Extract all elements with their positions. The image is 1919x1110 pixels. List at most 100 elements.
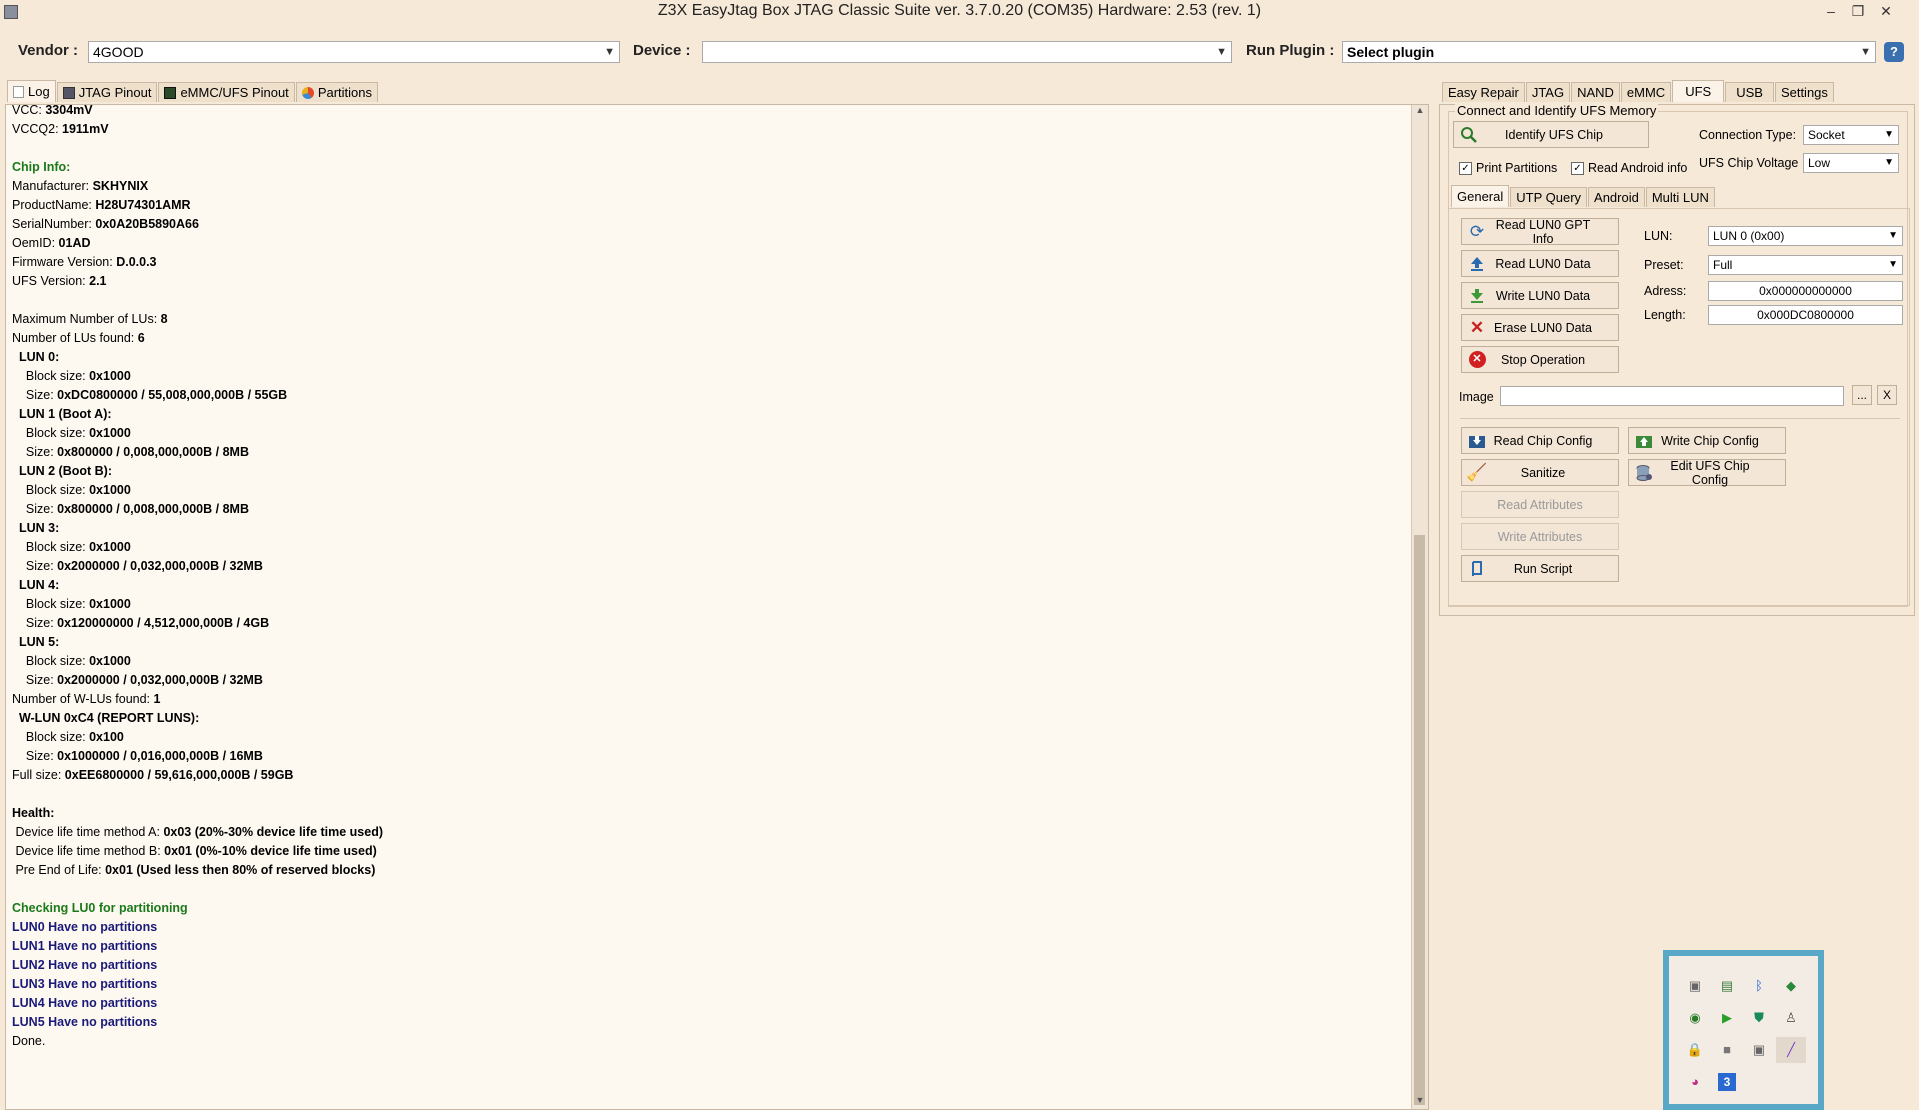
subtab-general[interactable]: General (1451, 185, 1510, 207)
tab-settings[interactable]: Settings (1774, 82, 1834, 102)
log-panel[interactable]: VCC: 3304mV VCCQ2: 1911mV Chip Info: Manufa… (5, 104, 1429, 1110)
minimize-icon[interactable]: – (1819, 1, 1843, 21)
lun-select[interactable]: LUN 0 (0x00) ▼ (1708, 226, 1903, 246)
write-config-icon (1633, 430, 1655, 452)
tab-easy-repair[interactable]: Easy Repair (1442, 82, 1525, 102)
browse-button[interactable]: ... (1852, 385, 1872, 405)
bluetooth-icon[interactable]: ᛒ (1750, 977, 1768, 995)
plugin-select[interactable]: Select plugin ▼ (1342, 41, 1876, 63)
erase-data-button[interactable]: ✕ Erase LUN0 Data (1461, 314, 1619, 341)
tab-jtag[interactable]: JTAG (1525, 82, 1571, 102)
clear-image-button[interactable]: X (1877, 385, 1897, 405)
log-line: LUN 1 (Boot A): (18, 407, 112, 421)
stop-operation-button[interactable]: ✕ Stop Operation (1461, 346, 1619, 373)
log-line: Manufacturer: SKHYNIX (12, 179, 149, 193)
log-line: Block size: 0x1000 (12, 597, 131, 611)
shield-color-icon[interactable]: ◆ (1782, 977, 1800, 995)
read-data-button[interactable]: Read LUN0 Data (1461, 250, 1619, 277)
log-line: SerialNumber: 0x0A20B5890A66 (12, 217, 199, 231)
image-label: Image (1459, 390, 1494, 404)
tab-partitions[interactable]: Partitions (295, 82, 379, 102)
restore-icon[interactable]: ❐ (1846, 1, 1870, 21)
log-line: LUN0 Have no partitions (12, 920, 158, 934)
chip-voltage-select[interactable]: Low ▼ (1803, 153, 1899, 173)
chip-icon (164, 86, 177, 99)
close-icon[interactable]: ✕ (1874, 1, 1898, 21)
number-three-icon[interactable]: 3 (1718, 1073, 1736, 1091)
subtab-android[interactable]: Android (1588, 187, 1645, 207)
log-line: Maximum Number of LUs: 8 (12, 312, 168, 326)
scrollbar-thumb[interactable] (1414, 535, 1425, 1105)
chat-icon[interactable]: ◕ (1686, 1073, 1704, 1091)
log-line: Block size: 0x1000 (12, 654, 131, 668)
subtab-utp-query[interactable]: UTP Query (1510, 187, 1588, 207)
image-path-input[interactable] (1500, 386, 1844, 406)
shield-icon[interactable]: ⛊ (1750, 1009, 1768, 1027)
tab-emmc[interactable]: eMMC (1620, 82, 1672, 102)
usb-device-icon[interactable]: ▣ (1686, 977, 1704, 995)
tab-ufs[interactable]: UFS (1672, 80, 1725, 102)
log-line: Device life time method A: 0x03 (20%-30%… (12, 825, 384, 839)
search-icon (1458, 124, 1480, 146)
log-line: Size: 0x1000000 / 0,016,000,000B / 16MB (12, 749, 263, 763)
chevron-down-icon: ▼ (1216, 46, 1227, 58)
print-partitions-checkbox[interactable]: ✓ Print Partitions (1459, 161, 1557, 175)
pen-icon[interactable]: ╱ (1776, 1037, 1806, 1063)
chevron-down-icon: ▼ (1888, 230, 1898, 241)
toolbar: Vendor : 4GOOD ▼ Device : ▼ Run Plugin :… (0, 30, 1919, 70)
write-chip-config-button[interactable]: Write Chip Config (1628, 427, 1786, 454)
log-line: UFS Version: 2.1 (12, 274, 107, 288)
edit-chip-config-button[interactable]: Edit UFS Chip Config (1628, 459, 1786, 487)
run-script-button[interactable]: Run Script (1461, 555, 1619, 582)
write-attributes-button[interactable]: Write Attributes (1461, 523, 1619, 550)
vendor-label: Vendor : (18, 42, 79, 59)
log-line: Chip Info: (12, 160, 71, 174)
chevron-down-icon: ▼ (1884, 129, 1894, 140)
preset-label: Preset: (1644, 258, 1684, 272)
subtab-multi-lun[interactable]: Multi LUN (1645, 187, 1715, 207)
vendor-select[interactable]: 4GOOD ▼ (88, 41, 620, 63)
connection-type-label: Connection Type: (1699, 128, 1797, 142)
length-input[interactable]: 0x000DC0800000 (1708, 305, 1903, 325)
left-tabs: Log JTAG Pinout eMMC/UFS Pinout Partitio… (7, 80, 379, 102)
log-line: Firmware Version: D.0.0.3 (12, 255, 157, 269)
divider (1460, 418, 1900, 419)
scroll-up-icon[interactable]: ▲ (1412, 105, 1428, 119)
plugin-value: Select plugin (1347, 44, 1435, 60)
log-line: Block size: 0x1000 (12, 540, 131, 554)
read-config-icon (1466, 430, 1488, 452)
read-gpt-button[interactable]: ⟳ Read LUN0 GPT Info (1461, 218, 1619, 246)
right-tabs: Easy Repair JTAG NAND eMMC UFS USB Setti… (1442, 80, 1835, 102)
tab-log[interactable]: Log (7, 80, 56, 102)
sanitize-button[interactable]: 🧹 Sanitize (1461, 459, 1619, 486)
user-icon[interactable]: ♙ (1782, 1009, 1800, 1027)
read-android-info-checkbox[interactable]: ✓ Read Android info (1571, 161, 1687, 175)
tab-nand[interactable]: NAND (1571, 82, 1620, 102)
read-chip-config-button[interactable]: Read Chip Config (1461, 427, 1619, 454)
address-input[interactable]: 0x000000000000 (1708, 281, 1903, 301)
identify-ufs-button[interactable]: Identify UFS Chip (1453, 121, 1649, 148)
lock-icon[interactable]: 🔒 (1686, 1041, 1704, 1059)
record-icon[interactable]: ◉ (1686, 1009, 1704, 1027)
plugin-label: Run Plugin : (1246, 42, 1335, 59)
drive-icon[interactable]: ▣ (1750, 1041, 1768, 1059)
scroll-down-icon[interactable]: ▼ (1412, 1095, 1428, 1109)
database-edit-icon (1633, 462, 1655, 484)
tab-emmc-ufs-pinout[interactable]: eMMC/UFS Pinout (158, 82, 295, 102)
square-icon[interactable]: ■ (1718, 1041, 1736, 1059)
play-icon[interactable]: ▶ (1718, 1009, 1736, 1027)
printer-icon[interactable]: ▤ (1718, 977, 1736, 995)
tab-jtag-pinout[interactable]: JTAG Pinout (56, 82, 158, 102)
device-select[interactable]: ▼ (702, 41, 1232, 63)
script-icon (1466, 558, 1488, 580)
log-line: VCCQ2: 1911mV (12, 122, 109, 136)
preset-select[interactable]: Full ▼ (1708, 255, 1903, 275)
tab-usb[interactable]: USB (1725, 82, 1774, 102)
log-scrollbar[interactable]: ▲ ▼ (1411, 105, 1428, 1109)
connection-type-select[interactable]: Socket ▼ (1803, 125, 1899, 145)
help-icon[interactable]: ? (1884, 42, 1904, 62)
write-data-button[interactable]: Write LUN0 Data (1461, 282, 1619, 309)
address-label: Adress: (1644, 284, 1687, 298)
log-line: Block size: 0x1000 (12, 369, 131, 383)
read-attributes-button[interactable]: Read Attributes (1461, 491, 1619, 518)
